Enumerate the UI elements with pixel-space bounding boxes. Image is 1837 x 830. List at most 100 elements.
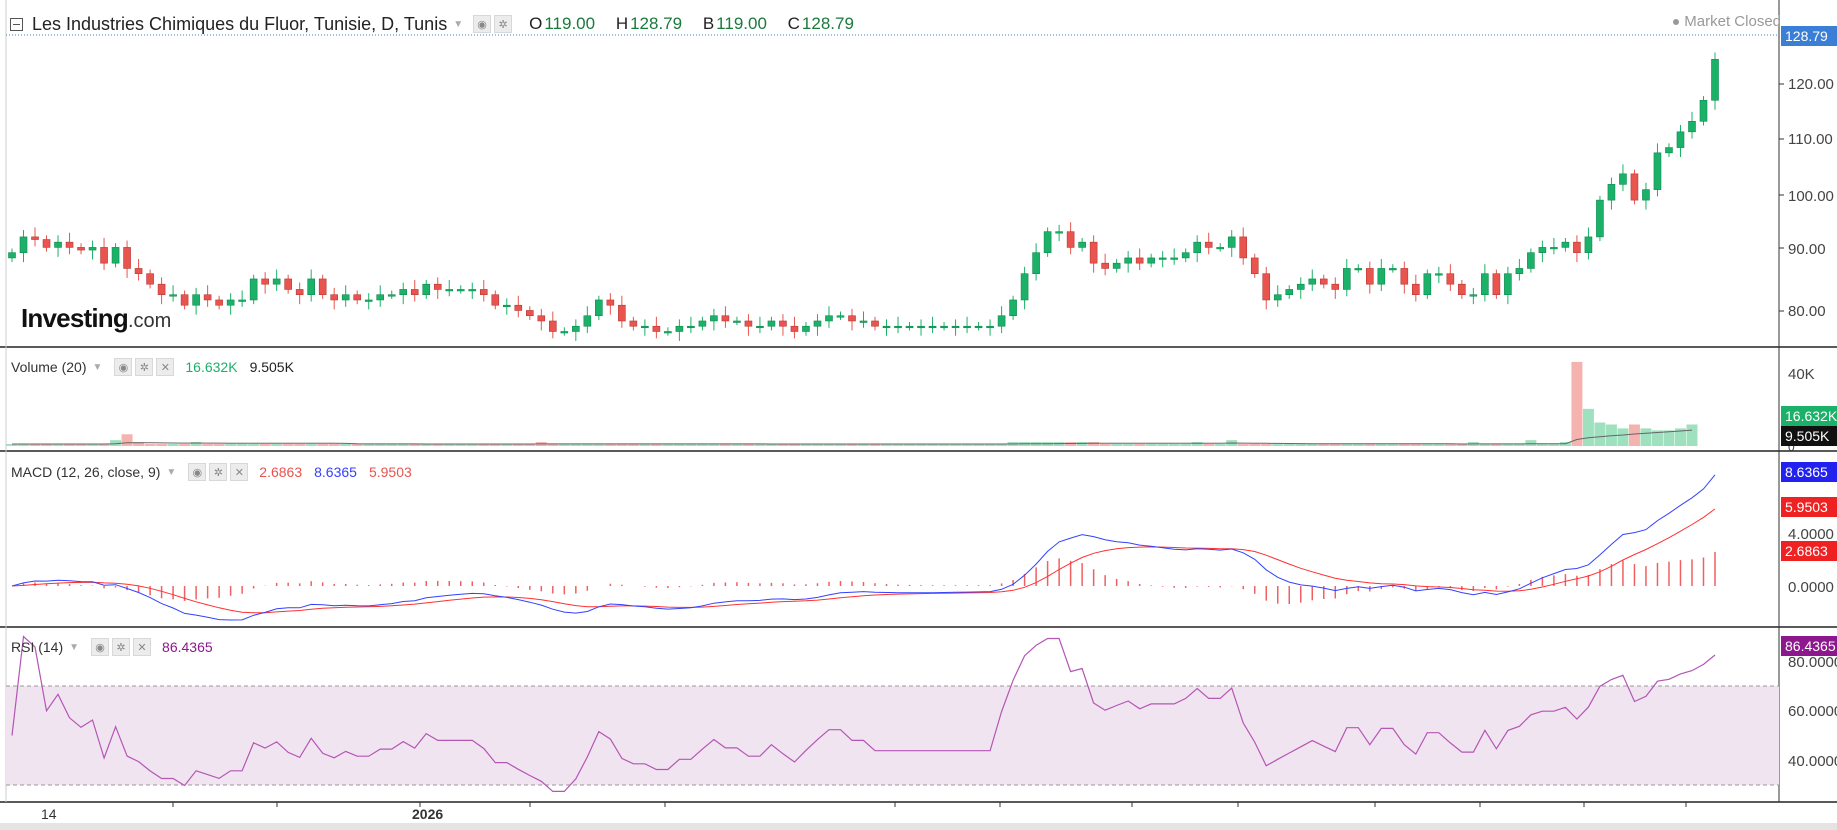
eye-icon[interactable]: ◉ [114, 358, 133, 376]
candle-body [1331, 283, 1340, 290]
eye-icon[interactable]: ◉ [91, 638, 110, 656]
candle-body [77, 247, 85, 251]
macd-title[interactable]: MACD (12, 26, close, 9) [11, 464, 160, 480]
close-label: C [787, 14, 800, 33]
volume-bar [1168, 444, 1180, 446]
candle-body [1112, 262, 1121, 269]
volume-bar [1329, 444, 1341, 446]
gear-icon[interactable]: ✲ [135, 358, 154, 376]
candle-body [675, 325, 684, 332]
candle-body [134, 268, 143, 274]
candle-body [54, 241, 62, 248]
candle-body [1032, 252, 1040, 274]
high-value: 128.79 [630, 14, 683, 33]
close-icon[interactable]: ✕ [230, 463, 249, 481]
volume-bar [156, 444, 168, 446]
open-value: 119.00 [544, 14, 596, 33]
gear-icon[interactable]: ✲ [112, 638, 131, 656]
volume-value: 16.632K [185, 359, 238, 375]
candle-body [1584, 236, 1593, 253]
candle-body [1423, 273, 1432, 296]
candle-body [1319, 278, 1328, 285]
close-icon[interactable]: ✕ [156, 358, 175, 376]
candle-body [468, 289, 477, 292]
bottom-scroll-track[interactable] [0, 823, 1837, 830]
close-icon[interactable]: ✕ [133, 638, 152, 656]
candle-body [618, 304, 626, 322]
candle-body [364, 299, 373, 302]
candle-body [1699, 99, 1708, 122]
eye-icon[interactable]: ◉ [473, 15, 492, 33]
gear-icon[interactable]: ✲ [494, 15, 513, 33]
volume-bar [1111, 444, 1123, 446]
candle-body [1550, 247, 1558, 250]
rsi-title[interactable]: RSI (14) [11, 639, 63, 655]
candle-body [192, 294, 200, 306]
candle-body [1273, 294, 1282, 301]
macd-histogram-value: 2.6863 [259, 464, 303, 480]
candle-body [825, 315, 833, 322]
candle-body [1239, 236, 1248, 259]
price-tick: 100.00 [1788, 188, 1834, 205]
candle-body [1308, 278, 1317, 285]
chevron-down-icon[interactable]: ▼ [92, 362, 102, 373]
chart-canvas[interactable] [0, 0, 1837, 830]
volume-title[interactable]: Volume (20) [11, 359, 86, 375]
chevron-down-icon[interactable]: ▼ [166, 467, 176, 478]
candle-body [1204, 241, 1213, 248]
candle-body [169, 294, 177, 297]
rsi-band [6, 686, 1779, 785]
candle-body [1262, 273, 1271, 301]
candle-body [1492, 273, 1501, 296]
volume-bar [1122, 444, 1134, 446]
candle-body [295, 289, 304, 296]
candle-body [859, 320, 868, 323]
gear-icon[interactable]: ✲ [209, 463, 228, 481]
price-tick: 80.00 [1788, 303, 1826, 320]
eye-icon[interactable]: ◉ [188, 463, 207, 481]
candle-body [1170, 257, 1178, 260]
candle-body [606, 299, 615, 306]
volume-bar [1295, 444, 1307, 446]
candle-body [1435, 273, 1443, 276]
close-value: 128.79 [801, 14, 854, 33]
candle-body [1481, 273, 1489, 296]
volume-bar [328, 444, 340, 446]
macd-tick: 0.0000 [1788, 579, 1834, 596]
candle-body [1227, 236, 1236, 248]
candle-body [146, 273, 154, 285]
volume-bar [1617, 428, 1629, 446]
candle-body [1066, 231, 1075, 248]
candle-body [238, 299, 246, 302]
last-price-tag: 128.79 [1781, 26, 1837, 46]
chevron-down-icon[interactable]: ▼ [69, 642, 79, 653]
volume-bar [236, 444, 248, 446]
candle-body [445, 289, 454, 292]
candle-body [1043, 231, 1052, 253]
candle-body [1596, 199, 1604, 238]
macd-legend: MACD (12, 26, close, 9) ▼ ◉ ✲ ✕ 2.6863 8… [11, 462, 424, 482]
volume-tick: 40K [1788, 366, 1815, 383]
volume-bar [248, 444, 260, 446]
volume-ma-value: 9.505K [249, 359, 294, 375]
candle-body [963, 325, 971, 329]
candle-body [111, 247, 120, 264]
price-tick: 110.00 [1788, 131, 1833, 148]
volume-tag: 16.632K [1781, 406, 1837, 426]
ohlc-readout: O 119.00 H 128.79 B 119.00 C 128.79 [529, 14, 870, 34]
candle-body [1527, 252, 1535, 269]
chevron-down-icon[interactable]: ▼ [453, 19, 463, 30]
candle-body [641, 325, 649, 329]
volume-bar [1421, 444, 1433, 446]
symbol-title[interactable]: Les Industries Chimiques du Fluor, Tunis… [32, 14, 447, 35]
candle-body [272, 278, 281, 285]
minus-square-icon[interactable] [10, 17, 23, 31]
candle-body [629, 320, 638, 327]
low-value: 119.00 [716, 14, 767, 33]
candle-body [549, 320, 557, 332]
candle-body [1607, 184, 1616, 201]
macd-line-value: 8.6365 [314, 464, 357, 480]
candle-body [203, 294, 212, 301]
candle-body [721, 315, 730, 322]
candle-body [180, 294, 189, 306]
